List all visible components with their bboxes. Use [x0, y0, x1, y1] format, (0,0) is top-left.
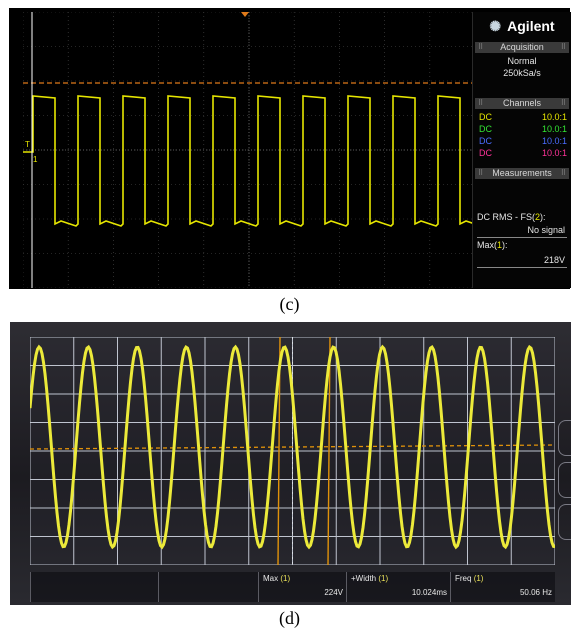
meas-value: 224V [324, 588, 343, 597]
meas-slot-empty[interactable] [30, 572, 159, 602]
trigger-position-marker [241, 12, 249, 17]
channels-header[interactable]: Channels [475, 98, 569, 109]
meas-value: 10.024ms [411, 588, 447, 597]
channel-probe: 10.0:1 [541, 112, 567, 122]
sample-rate: 250kSa/s [503, 68, 541, 78]
channel-marker: 1 [33, 155, 38, 164]
agilent-spark-icon: ✺ [489, 17, 502, 34]
meas-max[interactable]: Max (1) 224V [258, 572, 347, 602]
meas-name: Freq [455, 574, 472, 583]
meas-name: Max [263, 574, 279, 583]
channel-row-4[interactable]: DC 10.0:1 [479, 148, 567, 159]
measurement-dc-rms-label[interactable]: DC RMS - FS(2): [477, 212, 546, 222]
oscilloscope-d: Max (1) 224V +Width (1) 10.024ms Freq (1… [10, 322, 571, 605]
side-softkey[interactable] [558, 462, 571, 498]
side-panel: ✺ Agilent Acquisition Normal 250kSa/s Ch… [472, 12, 571, 288]
side-softkey[interactable] [558, 420, 571, 456]
measurement-close: ): [540, 212, 546, 222]
meas-name: +Width [351, 574, 377, 583]
channel-row-3[interactable]: DC 10.0:1 [479, 136, 567, 147]
meas-source: (1) [473, 574, 484, 583]
channel-coupling: DC [479, 148, 492, 158]
channel-row-2[interactable]: DC 10.0:1 [479, 124, 567, 135]
acquisition-mode: Normal [507, 56, 537, 66]
measurement-bar: Max (1) 224V +Width (1) 10.024ms Freq (1… [30, 572, 555, 602]
divider [477, 267, 567, 268]
measurement-max-value: 218V [543, 255, 565, 265]
measurement-close: ): [502, 240, 508, 250]
measurement-dc-rms-value: No signal [527, 225, 565, 235]
meas-slot-empty[interactable] [158, 572, 259, 602]
channel-coupling: DC [479, 136, 492, 146]
brand-logo: ✺ Agilent [473, 12, 571, 40]
caption-d: (d) [279, 608, 300, 628]
meas-source: (1) [280, 574, 291, 583]
channel-row-1[interactable]: DC 10.0:1 [479, 112, 567, 123]
caption-c: (c) [279, 294, 300, 314]
oscilloscope-c: T 1 ✺ Agilent Acquisition Normal 250kSa/… [9, 8, 571, 289]
meas-freq[interactable]: Freq (1) 50.06 Hz [450, 572, 556, 602]
brand-name: Agilent [507, 18, 555, 34]
measurement-max-label[interactable]: Max(1): [477, 240, 508, 250]
channel-coupling: DC [479, 124, 492, 134]
meas-value: 50.06 Hz [519, 588, 552, 597]
channel-probe: 10.0:1 [541, 136, 567, 146]
side-softkey[interactable] [558, 504, 571, 540]
channel-coupling: DC [479, 112, 492, 122]
waveform-display-c: T 1 [23, 12, 475, 288]
meas-source: (1) [378, 574, 389, 583]
waveform-display-d [30, 337, 555, 565]
channel-probe: 10.0:1 [541, 148, 567, 158]
measurement-name: DC RMS - FS( [477, 212, 535, 222]
trigger-marker: T [25, 140, 30, 149]
channel-probe: 10.0:1 [541, 124, 567, 134]
measurements-header[interactable]: Measurements [475, 168, 569, 179]
measurement-name: Max( [477, 240, 497, 250]
meas-width[interactable]: +Width (1) 10.024ms [346, 572, 451, 602]
acquisition-header[interactable]: Acquisition [475, 42, 569, 53]
divider [477, 237, 567, 238]
graticule-c [23, 12, 475, 288]
